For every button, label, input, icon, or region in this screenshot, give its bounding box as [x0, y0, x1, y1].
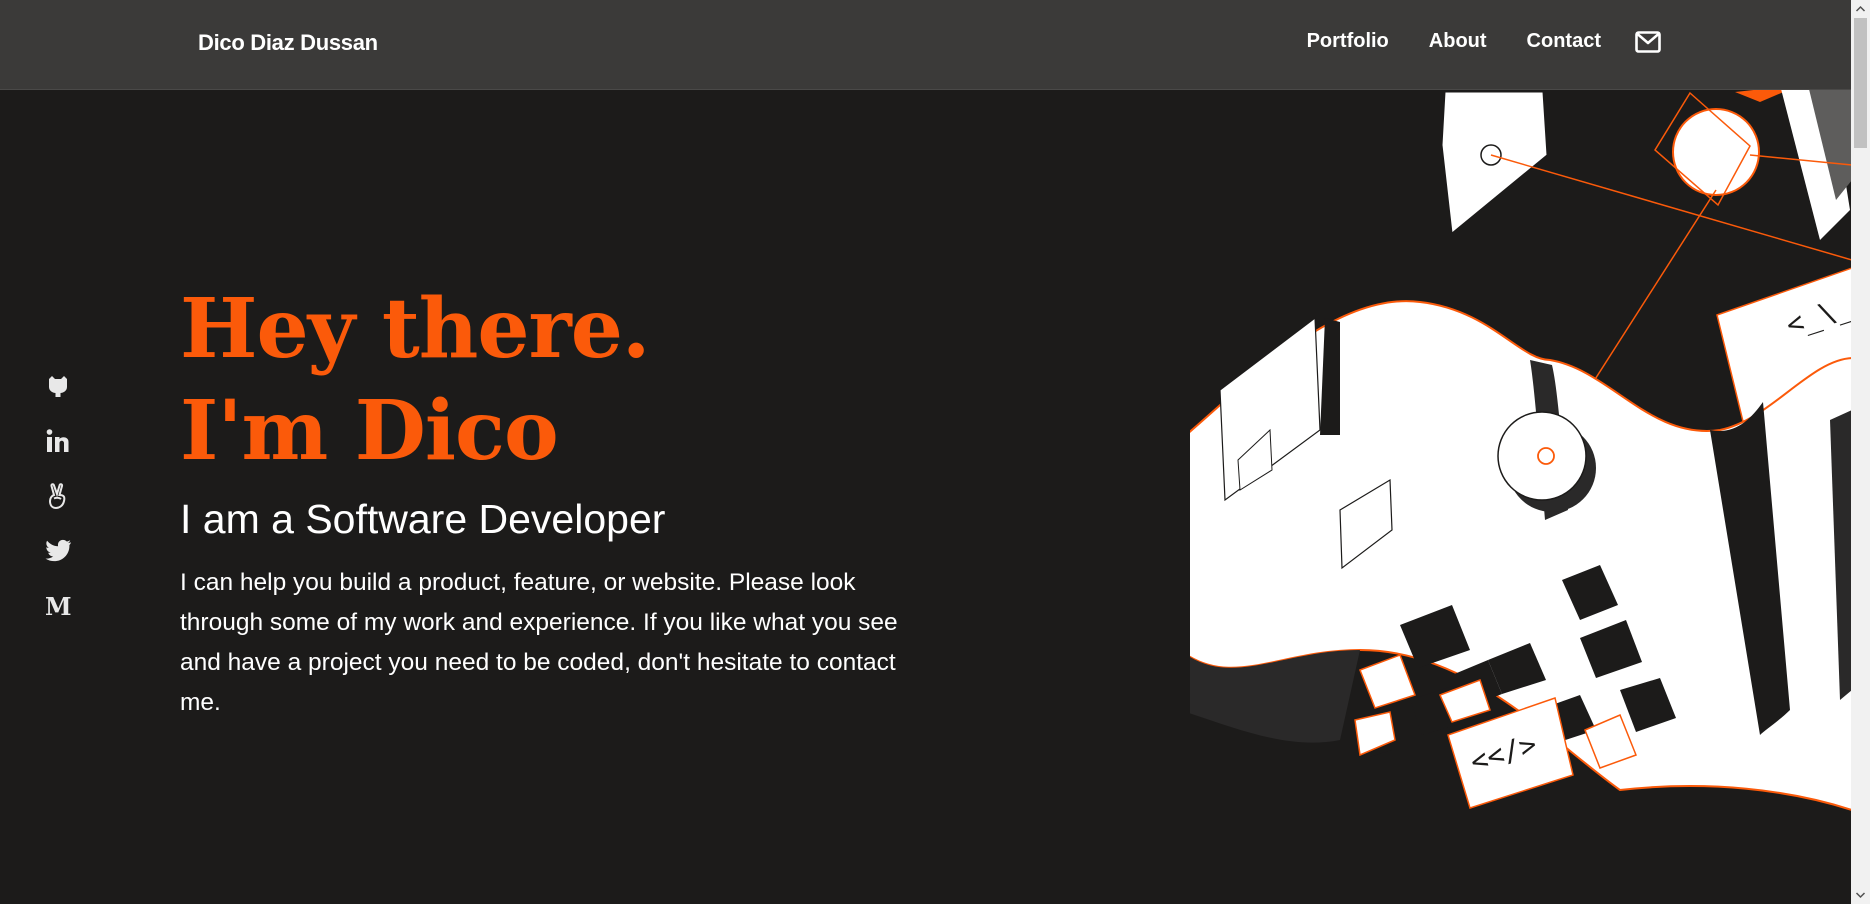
hero-section: Hey there. I'm Dico I am a Software Deve…	[180, 278, 940, 723]
hero-illustration: <_\_ <</>	[1190, 90, 1852, 812]
nav-contact-link[interactable]: Contact	[1527, 30, 1601, 53]
linkedin-icon[interactable]	[44, 427, 72, 455]
scroll-down-icon[interactable]	[1855, 889, 1866, 901]
top-navbar: Dico Diaz Dussan Portfolio About Contact	[0, 0, 1851, 90]
name-line: I'm Dico	[180, 383, 559, 479]
greeting-line: Hey there.	[180, 281, 650, 377]
hero-heading: Hey there. I'm Dico	[180, 278, 940, 482]
scrollbar-thumb[interactable]	[1854, 18, 1867, 148]
hero-description: I can help you build a product, feature,…	[180, 569, 898, 716]
brand-logo-link[interactable]: Dico Diaz Dussan	[198, 30, 378, 56]
angellist-icon[interactable]	[44, 482, 72, 510]
svg-text:M: M	[45, 594, 72, 618]
medium-icon[interactable]: M	[44, 592, 72, 620]
social-links: M	[44, 372, 72, 647]
scroll-up-icon[interactable]	[1855, 3, 1866, 15]
twitter-icon[interactable]	[44, 537, 72, 565]
nav-about-link[interactable]: About	[1429, 30, 1487, 53]
role-subtitle: I am a Software Developer	[180, 496, 666, 542]
nav-portfolio-link[interactable]: Portfolio	[1307, 30, 1389, 53]
main-nav: Portfolio About Contact	[1267, 30, 1661, 53]
page-scrollbar[interactable]	[1851, 0, 1870, 904]
github-icon[interactable]	[44, 372, 72, 400]
envelope-icon[interactable]	[1635, 30, 1661, 53]
